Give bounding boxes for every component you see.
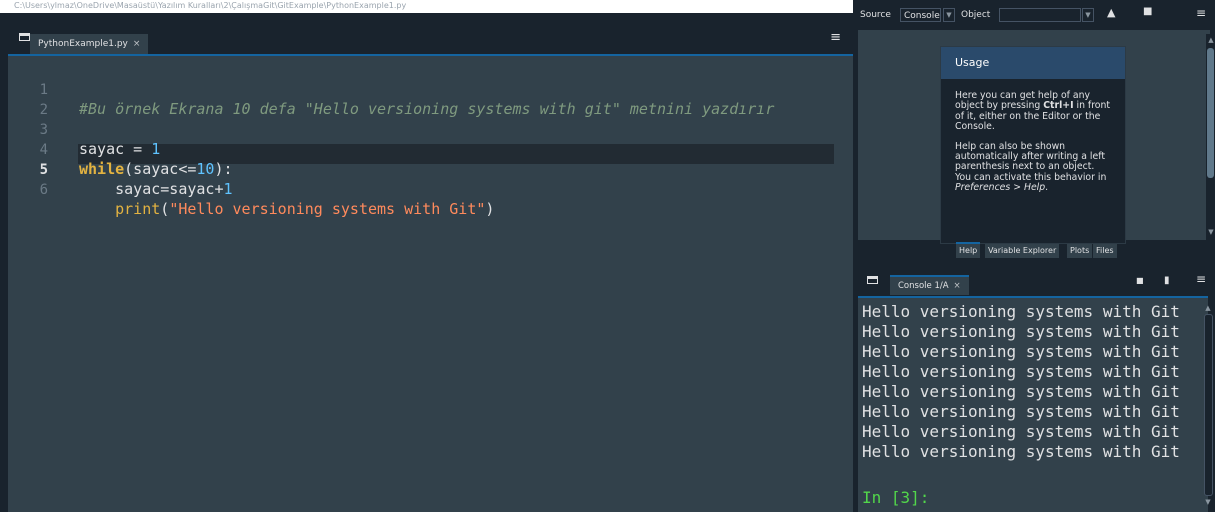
right-pane: Source Console ▼ Object ▼ ▲ ■ ≡ Usage He… bbox=[853, 0, 1215, 512]
console-output-line: Hello versioning systems with Git bbox=[862, 342, 1180, 361]
lock-icon[interactable]: ■ bbox=[1143, 6, 1152, 17]
code-editor[interactable]: 1 #Bu örnek Ekrana 10 defa "Hello versio… bbox=[8, 54, 853, 512]
console-output-line: Hello versioning systems with Git bbox=[862, 362, 1180, 381]
code-line-3: 3 sayac = 1 bbox=[8, 102, 853, 158]
console-scrollbar[interactable]: ▲ ▼ bbox=[1203, 300, 1213, 510]
code-line-6: 6 print("Hello versioning systems with G… bbox=[8, 162, 853, 218]
preferences-link: Preferences > Help bbox=[955, 182, 1046, 194]
builtin-function: print bbox=[115, 200, 161, 218]
tab-variable-explorer[interactable]: Variable Explorer bbox=[985, 244, 1060, 258]
console-output-line: Hello versioning systems with Git bbox=[862, 382, 1180, 401]
scroll-up-icon[interactable]: ▲ bbox=[1207, 36, 1215, 44]
help-tab-bar: Help Variable Explorer Plots Files bbox=[853, 240, 1215, 260]
scrollbar-thumb[interactable] bbox=[1204, 314, 1213, 496]
usage-paragraph-2: Help can also be shown automatically aft… bbox=[955, 140, 1107, 194]
tab-help[interactable]: Help bbox=[956, 242, 981, 258]
code-line-2: 2 bbox=[8, 82, 853, 118]
line-number: 6 bbox=[39, 182, 48, 198]
tab-console-1a[interactable]: Console 1/A × bbox=[890, 275, 969, 295]
help-scrollbar[interactable]: ▲ ▼ bbox=[1206, 34, 1215, 240]
editor-tab-bar: PythonExample1.py × ≡ bbox=[0, 26, 853, 56]
source-select[interactable]: Console bbox=[900, 8, 941, 22]
usage-paragraph-1: Here you can get help of any object by p… bbox=[955, 90, 1111, 133]
object-label: Object bbox=[961, 10, 991, 20]
console-output-line: Hello versioning systems with Git bbox=[862, 402, 1180, 421]
file-path-bar: C:\Users\ylmaz\OneDrive\Masaüstü\Yazılım… bbox=[0, 0, 853, 13]
file-path: C:\Users\ylmaz\OneDrive\Masaüstü\Yazılım… bbox=[14, 1, 407, 10]
usage-title: Usage bbox=[941, 47, 1125, 79]
punctuation: ( bbox=[160, 200, 170, 218]
tab-label: Console 1/A bbox=[898, 281, 949, 291]
ipython-console[interactable]: Hello versioning systems with Git Hello … bbox=[858, 296, 1208, 512]
usage-text: Here you can get help of any object by p… bbox=[941, 79, 1125, 194]
help-toolbar: Source Console ▼ Object ▼ ▲ ■ ≡ bbox=[853, 0, 1215, 30]
tab-files[interactable]: Files bbox=[1093, 244, 1117, 258]
home-icon[interactable]: ▲ bbox=[1107, 6, 1115, 19]
close-icon[interactable]: × bbox=[954, 281, 961, 291]
help-content-area: Usage Here you can get help of any objec… bbox=[858, 30, 1210, 244]
string-literal: "Hello versioning systems with Git" bbox=[169, 200, 486, 218]
trash-icon[interactable]: ▮ bbox=[1164, 275, 1170, 286]
code-line-5: 5 sayac=sayac+1 bbox=[8, 142, 853, 198]
source-label: Source bbox=[860, 10, 891, 20]
console-output-line: Hello versioning systems with Git bbox=[862, 322, 1180, 341]
chevron-down-icon[interactable]: ▼ bbox=[1082, 8, 1094, 22]
window-icon[interactable] bbox=[19, 33, 30, 41]
expression: sayac=sayac+ bbox=[115, 180, 224, 198]
number-literal: 1 bbox=[223, 180, 233, 198]
object-input[interactable] bbox=[999, 8, 1081, 22]
tab-label: PythonExample1.py bbox=[38, 39, 128, 49]
usage-box: Usage Here you can get help of any objec… bbox=[940, 46, 1126, 244]
scroll-up-icon[interactable]: ▲ bbox=[1204, 304, 1212, 312]
close-icon[interactable]: × bbox=[133, 39, 141, 49]
scroll-down-icon[interactable]: ▼ bbox=[1207, 228, 1215, 236]
code-line-4: 4 while(sayac<=10): bbox=[8, 122, 853, 178]
tab-pythonexample1[interactable]: PythonExample1.py × bbox=[30, 34, 149, 56]
options-menu-icon[interactable]: ≡ bbox=[1196, 272, 1206, 286]
window-icon[interactable] bbox=[867, 276, 878, 284]
console-output-line: Hello versioning systems with Git bbox=[862, 422, 1180, 441]
stop-icon[interactable]: ■ bbox=[1136, 276, 1144, 285]
scroll-down-icon[interactable]: ▼ bbox=[1204, 498, 1212, 506]
editor-pane: C:\Users\ylmaz\OneDrive\Masaüstü\Yazılım… bbox=[0, 0, 853, 512]
scrollbar-thumb[interactable] bbox=[1207, 48, 1214, 178]
input-prompt[interactable]: In [3]: bbox=[862, 488, 929, 508]
tab-plots[interactable]: Plots bbox=[1067, 244, 1093, 258]
console-output-line: Hello versioning systems with Git bbox=[862, 442, 1180, 461]
console-tab-bar: Console 1/A × ■ ▮ ≡ bbox=[853, 266, 1215, 295]
punctuation: ) bbox=[485, 200, 495, 218]
options-menu-icon[interactable]: ≡ bbox=[830, 30, 841, 45]
chevron-down-icon[interactable]: ▼ bbox=[943, 8, 955, 22]
shortcut-key: Ctrl+I bbox=[1043, 100, 1074, 112]
options-menu-icon[interactable]: ≡ bbox=[1196, 6, 1206, 20]
console-output-line: Hello versioning systems with Git bbox=[862, 302, 1180, 321]
code-line-1: 1 #Bu örnek Ekrana 10 defa "Hello versio… bbox=[8, 62, 853, 118]
